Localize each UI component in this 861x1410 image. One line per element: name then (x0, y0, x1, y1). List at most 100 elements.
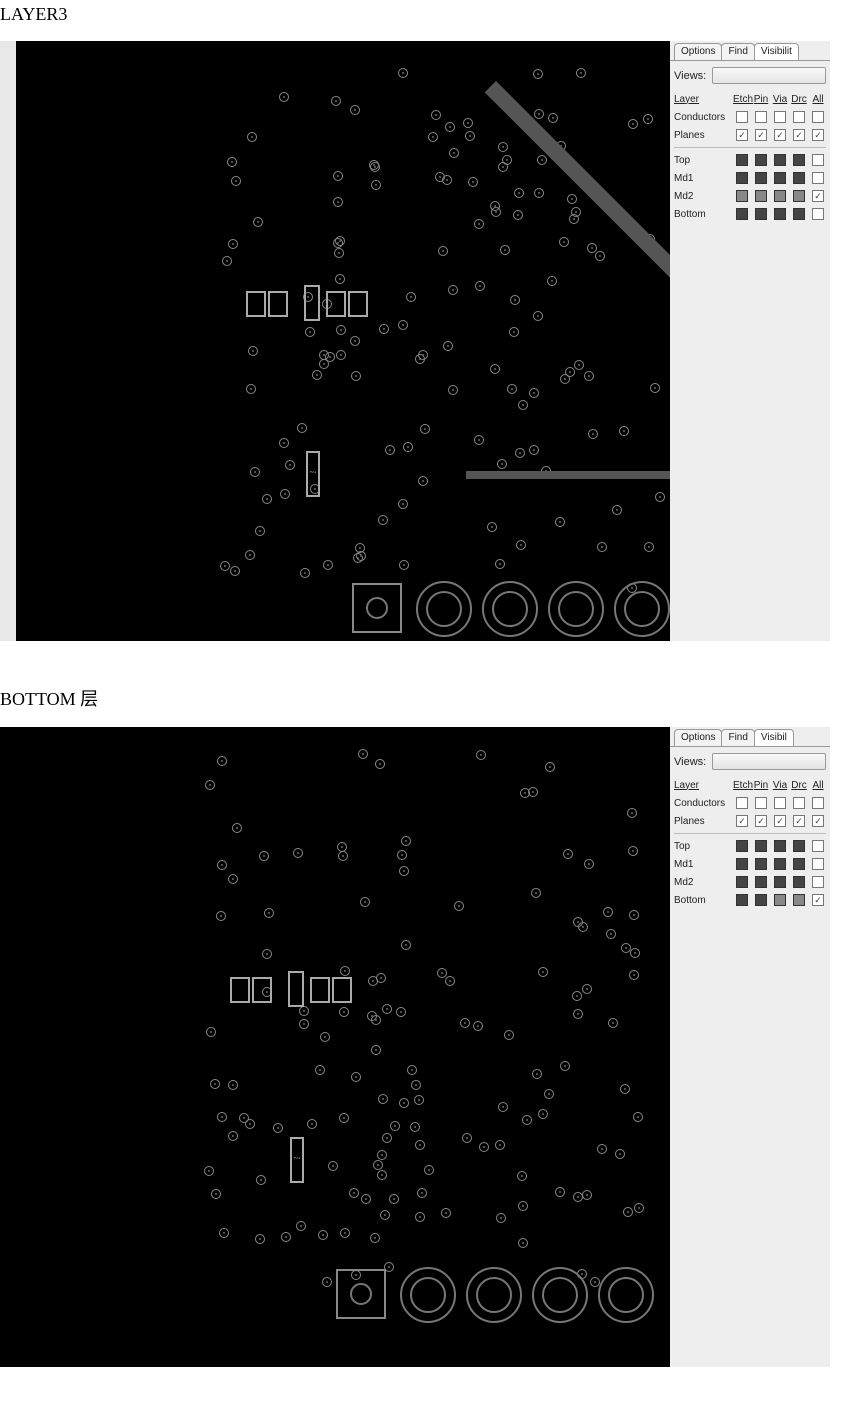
cb-planes-lead[interactable] (736, 129, 748, 141)
via (401, 940, 411, 950)
sw2-bot-4[interactable] (793, 894, 805, 906)
tab-options[interactable]: Options (674, 43, 722, 60)
cb2-cond-pin[interactable] (755, 797, 767, 809)
cb-cond-all[interactable] (812, 111, 824, 123)
via (262, 494, 272, 504)
cb2-pl-via[interactable] (793, 815, 805, 827)
sw2-md2-4[interactable] (793, 876, 805, 888)
sw-md1-2[interactable] (755, 172, 767, 184)
sw-md1-3[interactable] (774, 172, 786, 184)
via (597, 1144, 607, 1154)
sw-md2-1[interactable] (736, 190, 748, 202)
cb-md1-all[interactable] (812, 172, 824, 184)
via (338, 851, 348, 861)
via (597, 542, 607, 552)
via (555, 517, 565, 527)
cb-cond-etch[interactable] (736, 111, 748, 123)
sw-md1-1[interactable] (736, 172, 748, 184)
sw-top-1[interactable] (736, 154, 748, 166)
sw2-md1-4[interactable] (793, 858, 805, 870)
cb-planes-via[interactable] (793, 129, 805, 141)
sw2-top-4[interactable] (793, 840, 805, 852)
cb2-cond-drc[interactable] (793, 797, 805, 809)
via (529, 388, 539, 398)
cb2-cond-etch[interactable] (736, 797, 748, 809)
sw2-md1-1[interactable] (736, 858, 748, 870)
via (378, 1094, 388, 1104)
via (398, 499, 408, 509)
sw-bot-2[interactable] (755, 208, 767, 220)
row-conductors: Conductors (674, 112, 732, 123)
tab-visibility-2[interactable]: Visibil (754, 729, 794, 746)
tab-find-2[interactable]: Find (721, 729, 754, 746)
cb2-top-all[interactable] (812, 840, 824, 852)
via (582, 1190, 592, 1200)
via (293, 848, 303, 858)
cb-planes-drc[interactable] (812, 129, 824, 141)
cb2-bot-all[interactable] (812, 894, 824, 906)
sw2-bot-2[interactable] (755, 894, 767, 906)
tab-visibility[interactable]: Visibilit (754, 43, 799, 60)
pcb-view-layer3[interactable] (8, 41, 670, 641)
via (371, 180, 381, 190)
sw2-md1-3[interactable] (774, 858, 786, 870)
sw-bot-1[interactable] (736, 208, 748, 220)
sw-md2-2[interactable] (755, 190, 767, 202)
pcb-view-bottom[interactable] (0, 727, 670, 1367)
sw-top-3[interactable] (774, 154, 786, 166)
tab-options-2[interactable]: Options (674, 729, 722, 746)
cb-cond-via[interactable] (774, 111, 786, 123)
sw-md2-3[interactable] (774, 190, 786, 202)
via (544, 1089, 554, 1099)
sw-top-4[interactable] (793, 154, 805, 166)
cb2-pl-pin[interactable] (774, 815, 786, 827)
via (399, 1098, 409, 1108)
via (531, 888, 541, 898)
cb2-md1-all[interactable] (812, 858, 824, 870)
cb-md2-all[interactable] (812, 190, 824, 202)
via (307, 1119, 317, 1129)
sw2-bot-1[interactable] (736, 894, 748, 906)
cb2-pl-drc[interactable] (812, 815, 824, 827)
cb-planes-pin[interactable] (774, 129, 786, 141)
sw-top-2[interactable] (755, 154, 767, 166)
via (380, 1210, 390, 1220)
via (567, 194, 577, 204)
cb2-pl-lead[interactable] (736, 815, 748, 827)
sw-bot-3[interactable] (774, 208, 786, 220)
sw2-top-2[interactable] (755, 840, 767, 852)
via (547, 276, 557, 286)
cb-bot-all[interactable] (812, 208, 824, 220)
sw2-top-3[interactable] (774, 840, 786, 852)
via (398, 320, 408, 330)
layer-grid-head: Layer Etch Pin Via Drc All (674, 90, 826, 108)
sw-bot-4[interactable] (793, 208, 805, 220)
sw-md1-4[interactable] (793, 172, 805, 184)
via (382, 1133, 392, 1143)
views-dropdown[interactable] (712, 67, 826, 84)
cb-cond-drc[interactable] (793, 111, 805, 123)
via (473, 1021, 483, 1031)
connector-ring-inner (542, 1277, 578, 1313)
sw2-md2-1[interactable] (736, 876, 748, 888)
cb-cond-pin[interactable] (755, 111, 767, 123)
sw2-top-1[interactable] (736, 840, 748, 852)
tab-find[interactable]: Find (721, 43, 754, 60)
cb2-cond-via[interactable] (774, 797, 786, 809)
views-dropdown-2[interactable] (712, 753, 826, 770)
cb2-md2-all[interactable] (812, 876, 824, 888)
sw2-md1-2[interactable] (755, 858, 767, 870)
via (443, 341, 453, 351)
row-md1-2: Md1 (674, 859, 732, 870)
sw-md2-4[interactable] (793, 190, 805, 202)
cb-top-all[interactable] (812, 154, 824, 166)
cb2-cond-all[interactable] (812, 797, 824, 809)
sw2-md2-2[interactable] (755, 876, 767, 888)
sw2-bot-3[interactable] (774, 894, 786, 906)
via (219, 1228, 229, 1238)
via (323, 560, 333, 570)
cb-planes-etch[interactable] (755, 129, 767, 141)
sw2-md2-3[interactable] (774, 876, 786, 888)
cb2-pl-etch[interactable] (755, 815, 767, 827)
via (529, 445, 539, 455)
